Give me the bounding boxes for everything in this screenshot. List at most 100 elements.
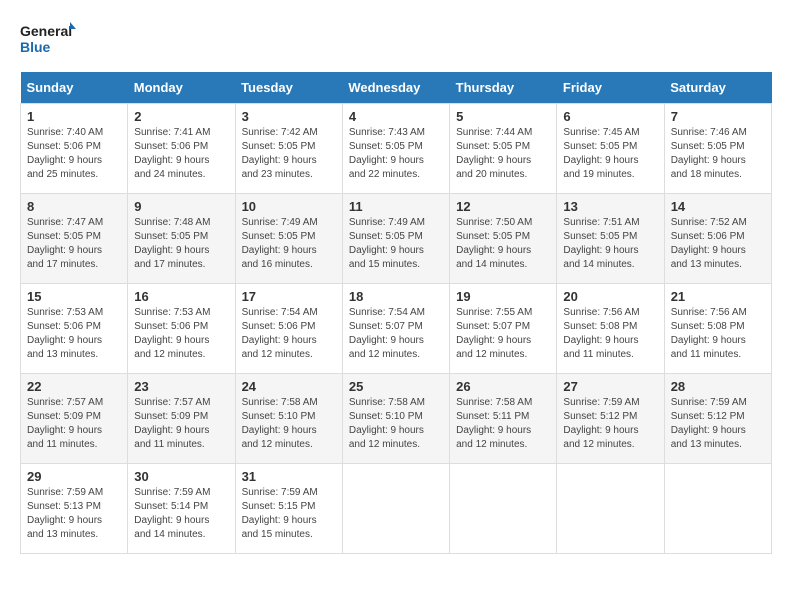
calendar-cell: 22 Sunrise: 7:57 AMSunset: 5:09 PMDayligh… (21, 374, 128, 464)
weekday-header-tuesday: Tuesday (235, 72, 342, 104)
calendar-cell (664, 464, 771, 554)
calendar-cell: 12Sunrise: 7:50 AMSunset: 5:05 PMDayligh… (450, 194, 557, 284)
week-row-5: 29 Sunrise: 7:59 AMSunset: 5:13 PMDayligh… (21, 464, 772, 554)
day-number: 27 (563, 379, 657, 394)
day-number: 14 (671, 199, 765, 214)
day-info: Sunrise: 7:58 AMSunset: 5:10 PMDaylight:… (349, 396, 443, 452)
svg-text:Blue: Blue (20, 39, 51, 55)
calendar-cell: 15Sunrise: 7:53 AMSunset: 5:06 PMDayligh… (21, 284, 128, 374)
day-info: Sunrise: 7:53 AMSunset: 5:06 PMDaylight:… (27, 306, 121, 362)
day-info: Sunrise: 7:42 AMSunset: 5:05 PMDaylight:… (242, 126, 336, 182)
day-info: Sunrise: 7:46 AMSunset: 5:05 PMDaylight:… (671, 126, 765, 182)
day-info: Sunrise: 7:40 AMSunset: 5:06 PMDaylight:… (27, 126, 121, 182)
day-number: 28 (671, 379, 765, 394)
day-info: Sunrise: 7:53 AMSunset: 5:06 PMDaylight:… (134, 306, 228, 362)
day-info: Sunrise: 7:59 AMSunset: 5:14 PMDaylight:… (134, 486, 228, 542)
calendar-cell (557, 464, 664, 554)
calendar-cell: 29 Sunrise: 7:59 AMSunset: 5:13 PMDayligh… (21, 464, 128, 554)
calendar-cell: 8 Sunrise: 7:47 AMSunset: 5:05 PMDaylight… (21, 194, 128, 284)
calendar-cell (342, 464, 449, 554)
page-header: General Blue (20, 20, 772, 62)
day-number: 18 (349, 289, 443, 304)
calendar-cell: 23 Sunrise: 7:57 AMSunset: 5:09 PMDayligh… (128, 374, 235, 464)
calendar-cell: 19 Sunrise: 7:55 AMSunset: 5:07 PMDayligh… (450, 284, 557, 374)
day-info: Sunrise: 7:48 AMSunset: 5:05 PMDaylight:… (134, 216, 228, 272)
day-info: Sunrise: 7:56 AMSunset: 5:08 PMDaylight:… (563, 306, 657, 362)
day-number: 2 (134, 109, 228, 124)
calendar-cell: 28 Sunrise: 7:59 AMSunset: 5:12 PMDayligh… (664, 374, 771, 464)
calendar-cell: 16 Sunrise: 7:53 AMSunset: 5:06 PMDayligh… (128, 284, 235, 374)
calendar-table: SundayMondayTuesdayWednesdayThursdayFrid… (20, 72, 772, 554)
day-info: Sunrise: 7:54 AMSunset: 5:06 PMDaylight:… (242, 306, 336, 362)
day-number: 30 (134, 469, 228, 484)
day-info: Sunrise: 7:59 AMSunset: 5:12 PMDaylight:… (563, 396, 657, 452)
day-number: 20 (563, 289, 657, 304)
day-info: Sunrise: 7:55 AMSunset: 5:07 PMDaylight:… (456, 306, 550, 362)
day-info: Sunrise: 7:59 AMSunset: 5:12 PMDaylight:… (671, 396, 765, 452)
weekday-header-thursday: Thursday (450, 72, 557, 104)
day-number: 24 (242, 379, 336, 394)
day-info: Sunrise: 7:58 AMSunset: 5:10 PMDaylight:… (242, 396, 336, 452)
day-info: Sunrise: 7:54 AMSunset: 5:07 PMDaylight:… (349, 306, 443, 362)
logo-svg: General Blue (20, 20, 76, 62)
day-info: Sunrise: 7:57 AMSunset: 5:09 PMDaylight:… (134, 396, 228, 452)
day-number: 25 (349, 379, 443, 394)
calendar-cell: 20 Sunrise: 7:56 AMSunset: 5:08 PMDayligh… (557, 284, 664, 374)
day-number: 4 (349, 109, 443, 124)
day-number: 26 (456, 379, 550, 394)
day-number: 11 (349, 199, 443, 214)
day-number: 6 (563, 109, 657, 124)
weekday-header-sunday: Sunday (21, 72, 128, 104)
calendar-cell: 9Sunrise: 7:48 AMSunset: 5:05 PMDaylight… (128, 194, 235, 284)
day-number: 17 (242, 289, 336, 304)
day-info: Sunrise: 7:57 AMSunset: 5:09 PMDaylight:… (27, 396, 121, 452)
weekday-header-friday: Friday (557, 72, 664, 104)
day-info: Sunrise: 7:49 AMSunset: 5:05 PMDaylight:… (349, 216, 443, 272)
calendar-cell: 13 Sunrise: 7:51 AMSunset: 5:05 PMDayligh… (557, 194, 664, 284)
day-number: 16 (134, 289, 228, 304)
calendar-cell: 5 Sunrise: 7:44 AMSunset: 5:05 PMDaylight… (450, 104, 557, 194)
day-number: 22 (27, 379, 121, 394)
calendar-cell: 21Sunrise: 7:56 AMSunset: 5:08 PMDayligh… (664, 284, 771, 374)
calendar-cell: 25 Sunrise: 7:58 AMSunset: 5:10 PMDayligh… (342, 374, 449, 464)
day-info: Sunrise: 7:52 AMSunset: 5:06 PMDaylight:… (671, 216, 765, 272)
day-number: 5 (456, 109, 550, 124)
calendar-cell: 18 Sunrise: 7:54 AMSunset: 5:07 PMDayligh… (342, 284, 449, 374)
calendar-cell: 27 Sunrise: 7:59 AMSunset: 5:12 PMDayligh… (557, 374, 664, 464)
calendar-cell: 1Sunrise: 7:40 AMSunset: 5:06 PMDaylight… (21, 104, 128, 194)
calendar-cell: 31Sunrise: 7:59 AMSunset: 5:15 PMDayligh… (235, 464, 342, 554)
weekday-header-row: SundayMondayTuesdayWednesdayThursdayFrid… (21, 72, 772, 104)
calendar-cell: 4Sunrise: 7:43 AMSunset: 5:05 PMDaylight… (342, 104, 449, 194)
day-number: 13 (563, 199, 657, 214)
day-number: 8 (27, 199, 121, 214)
day-info: Sunrise: 7:51 AMSunset: 5:05 PMDaylight:… (563, 216, 657, 272)
day-info: Sunrise: 7:45 AMSunset: 5:05 PMDaylight:… (563, 126, 657, 182)
day-number: 10 (242, 199, 336, 214)
calendar-cell: 24 Sunrise: 7:58 AMSunset: 5:10 PMDayligh… (235, 374, 342, 464)
weekday-header-monday: Monday (128, 72, 235, 104)
weekday-header-saturday: Saturday (664, 72, 771, 104)
day-info: Sunrise: 7:58 AMSunset: 5:11 PMDaylight:… (456, 396, 550, 452)
day-info: Sunrise: 7:41 AMSunset: 5:06 PMDaylight:… (134, 126, 228, 182)
day-info: Sunrise: 7:47 AMSunset: 5:05 PMDaylight:… (27, 216, 121, 272)
day-info: Sunrise: 7:49 AMSunset: 5:05 PMDaylight:… (242, 216, 336, 272)
week-row-1: 1Sunrise: 7:40 AMSunset: 5:06 PMDaylight… (21, 104, 772, 194)
week-row-4: 22 Sunrise: 7:57 AMSunset: 5:09 PMDayligh… (21, 374, 772, 464)
svg-text:General: General (20, 23, 72, 39)
day-number: 29 (27, 469, 121, 484)
calendar-cell: 10 Sunrise: 7:49 AMSunset: 5:05 PMDayligh… (235, 194, 342, 284)
calendar-cell: 3 Sunrise: 7:42 AMSunset: 5:05 PMDaylight… (235, 104, 342, 194)
day-info: Sunrise: 7:59 AMSunset: 5:13 PMDaylight:… (27, 486, 121, 542)
calendar-cell (450, 464, 557, 554)
calendar-cell: 7Sunrise: 7:46 AMSunset: 5:05 PMDaylight… (664, 104, 771, 194)
calendar-cell: 2 Sunrise: 7:41 AMSunset: 5:06 PMDaylight… (128, 104, 235, 194)
calendar-cell: 26 Sunrise: 7:58 AMSunset: 5:11 PMDayligh… (450, 374, 557, 464)
week-row-3: 15Sunrise: 7:53 AMSunset: 5:06 PMDayligh… (21, 284, 772, 374)
day-number: 31 (242, 469, 336, 484)
day-number: 3 (242, 109, 336, 124)
calendar-cell: 30 Sunrise: 7:59 AMSunset: 5:14 PMDayligh… (128, 464, 235, 554)
day-number: 21 (671, 289, 765, 304)
day-info: Sunrise: 7:44 AMSunset: 5:05 PMDaylight:… (456, 126, 550, 182)
day-number: 19 (456, 289, 550, 304)
day-number: 23 (134, 379, 228, 394)
